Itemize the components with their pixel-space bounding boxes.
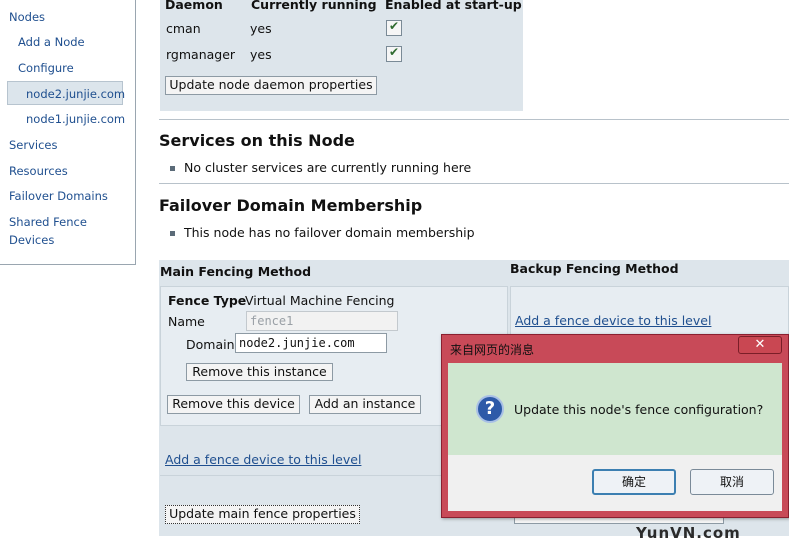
bullet-icon — [170, 231, 175, 236]
daemon-name: cman — [166, 21, 201, 36]
main-fencing-title: Main Fencing Method — [160, 264, 312, 279]
bullet-icon — [170, 166, 175, 171]
confirm-dialog: 来自网页的消息 ✕ ? Update this node's fence con… — [441, 334, 789, 518]
services-title: Services on this Node — [159, 131, 355, 150]
sidebar-item-services[interactable]: Services — [9, 138, 58, 152]
sidebar-item-add-node[interactable]: Add a Node — [18, 35, 85, 49]
daemon-running: yes — [250, 47, 272, 62]
close-icon[interactable]: ✕ — [738, 336, 782, 354]
question-icon: ? — [476, 395, 504, 423]
add-fence-device-backup-link[interactable]: Add a fence device to this level — [515, 313, 711, 328]
sidebar-item-node1[interactable]: node1.junjie.com — [26, 112, 125, 126]
dialog-title: 来自网页的消息 — [450, 343, 535, 357]
sidebar-item-failover-domains[interactable]: Failover Domains — [9, 189, 108, 203]
sidebar-item-resources[interactable]: Resources — [9, 164, 68, 178]
daemon-table: Daemon Currently running Enabled at star… — [160, 0, 523, 111]
fence-type-value: Virtual Machine Fencing — [245, 293, 395, 308]
column-header-enabled: Enabled at start-up — [385, 0, 522, 12]
update-daemon-button[interactable]: Update node daemon properties — [165, 76, 377, 95]
daemon-name: rgmanager — [166, 47, 236, 62]
services-message: No cluster services are currently runnin… — [184, 160, 472, 175]
sidebar-item-shared-fence[interactable]: Shared Fence — [9, 215, 87, 229]
remove-instance-button[interactable]: Remove this instance — [186, 363, 333, 381]
fence-type-label: Fence Type — [168, 293, 247, 308]
enabled-checkbox[interactable] — [386, 19, 402, 36]
sidebar-item-devices[interactable]: Devices — [9, 233, 54, 247]
fence-name-field: fence1 — [246, 311, 398, 331]
watermark-text: YunVN.com — [636, 524, 741, 542]
sidebar-item-nodes[interactable]: Nodes — [9, 10, 45, 24]
remove-device-button[interactable]: Remove this device — [167, 395, 300, 414]
daemon-running: yes — [250, 21, 272, 36]
divider — [159, 119, 789, 120]
add-instance-button[interactable]: Add an instance — [309, 395, 421, 414]
add-fence-device-main-link[interactable]: Add a fence device to this level — [165, 452, 361, 467]
cancel-button[interactable]: 取消 — [690, 469, 774, 495]
failover-message: This node has no failover domain members… — [184, 225, 475, 240]
dialog-message: Update this node's fence configuration? — [514, 402, 764, 417]
failover-title: Failover Domain Membership — [159, 196, 423, 215]
column-header-daemon: Daemon — [165, 0, 223, 12]
sidebar-nav: Nodes Add a Node Configure node2.junjie.… — [0, 0, 136, 265]
divider — [159, 183, 789, 184]
column-header-running: Currently running — [251, 0, 377, 12]
domain-label: Domain — [186, 337, 235, 352]
name-label: Name — [168, 314, 205, 329]
sidebar-item-node2[interactable]: node2.junjie.com — [26, 87, 125, 101]
ok-button[interactable]: 确定 — [592, 469, 676, 495]
backup-fencing-title: Backup Fencing Method — [510, 261, 679, 276]
sidebar-item-configure[interactable]: Configure — [18, 61, 74, 75]
enabled-checkbox[interactable] — [386, 45, 402, 62]
update-main-fence-button[interactable]: Update main fence properties — [165, 505, 360, 524]
domain-field[interactable]: node2.junjie.com — [235, 333, 387, 353]
